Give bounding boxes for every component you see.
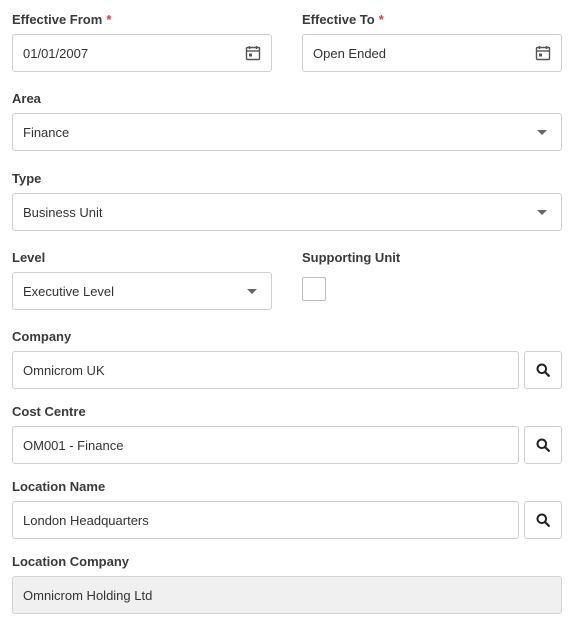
search-icon: [536, 513, 550, 527]
company-search-button[interactable]: [524, 351, 562, 389]
supporting-unit-checkbox[interactable]: [302, 277, 326, 301]
chevron-down-icon: [537, 129, 547, 135]
cost-centre-value: OM001 - Finance: [23, 437, 124, 453]
effective-to-field[interactable]: Open Ended: [302, 34, 562, 72]
search-icon: [536, 438, 550, 452]
location-name-search-button[interactable]: [524, 501, 562, 539]
effective-from-field[interactable]: 01/01/2007: [12, 34, 272, 72]
company-field[interactable]: Omnicrom UK: [12, 351, 519, 389]
search-icon: [536, 363, 550, 377]
calendar-icon[interactable]: [535, 45, 551, 61]
cost-centre-label: Cost Centre: [12, 404, 86, 419]
type-label: Type: [12, 171, 42, 186]
level-value: Executive Level: [23, 283, 115, 299]
effective-to-value: Open Ended: [313, 45, 387, 61]
area-value: Finance: [23, 124, 70, 140]
effective-from-label: Effective From *: [12, 12, 111, 28]
supporting-unit-label: Supporting Unit: [302, 250, 401, 265]
location-company-label: Location Company: [12, 554, 130, 569]
level-select[interactable]: Executive Level: [12, 272, 272, 310]
effective-to-label-text: Effective To: [302, 12, 375, 27]
effective-to-label: Effective To *: [302, 12, 384, 28]
chevron-down-icon: [247, 288, 257, 294]
effective-from-label-text: Effective From: [12, 12, 103, 27]
calendar-icon[interactable]: [245, 45, 261, 61]
company-label: Company: [12, 329, 72, 344]
location-name-value: London Headquarters: [23, 512, 149, 528]
level-label: Level: [12, 250, 46, 265]
location-name-field[interactable]: London Headquarters: [12, 501, 519, 539]
area-label: Area: [12, 91, 41, 106]
type-value: Business Unit: [23, 204, 103, 220]
location-company-field: Omnicrom Holding Ltd: [12, 576, 562, 614]
chevron-down-icon: [537, 209, 547, 215]
required-mark: *: [106, 12, 112, 27]
required-mark: *: [378, 12, 384, 27]
type-select[interactable]: Business Unit: [12, 193, 562, 231]
cost-centre-search-button[interactable]: [524, 426, 562, 464]
effective-from-value: 01/01/2007: [23, 45, 89, 61]
cost-centre-field[interactable]: OM001 - Finance: [12, 426, 519, 464]
location-company-value: Omnicrom Holding Ltd: [23, 587, 153, 603]
company-value: Omnicrom UK: [23, 362, 105, 378]
location-name-label: Location Name: [12, 479, 106, 494]
area-select[interactable]: Finance: [12, 113, 562, 151]
